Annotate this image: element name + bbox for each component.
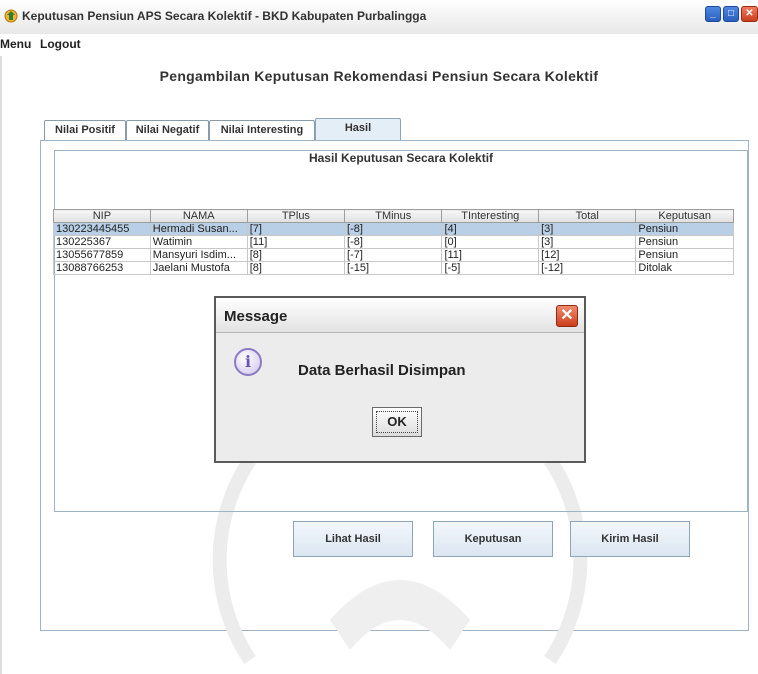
- menu-item-logout[interactable]: Logout: [40, 37, 81, 51]
- table-row[interactable]: 130225367 Watimin [11] [-8] [0] [3] Pens…: [53, 235, 734, 249]
- keputusan-button[interactable]: Keputusan: [433, 521, 553, 557]
- window-title: Keputusan Pensiun APS Secara Kolektif - …: [22, 9, 427, 23]
- cell-keputusan[interactable]: Pensiun: [635, 222, 734, 236]
- minimize-button[interactable]: _: [705, 6, 721, 22]
- cell-tplus[interactable]: [8]: [246, 261, 346, 275]
- cell-tminus[interactable]: [-15]: [344, 261, 443, 275]
- cell-total[interactable]: [3]: [538, 222, 637, 236]
- cell-keputusan[interactable]: Ditolak: [635, 261, 734, 275]
- cell-nama[interactable]: Watimin: [149, 235, 248, 249]
- kirim-hasil-button[interactable]: Kirim Hasil: [570, 521, 690, 557]
- cell-nama[interactable]: Jaelani Mustofa: [149, 261, 248, 275]
- tab-nilai-positif[interactable]: Nilai Positif: [44, 120, 126, 140]
- message-dialog: Message ✕ i Data Berhasil Disimpan OK: [214, 296, 586, 463]
- cell-keputusan[interactable]: Pensiun: [635, 235, 734, 249]
- page-heading: Pengambilan Keputusan Rekomendasi Pensiu…: [159, 68, 599, 84]
- maximize-button[interactable]: □: [723, 6, 739, 22]
- app-window: Keputusan Pensiun APS Secara Kolektif - …: [0, 0, 758, 674]
- results-table: NIP NAMA TPlus TMinus TInteresting Total…: [53, 209, 734, 275]
- cell-total[interactable]: [-12]: [538, 261, 637, 275]
- cell-total[interactable]: [12]: [538, 248, 637, 262]
- cell-tinteresting[interactable]: [4]: [441, 222, 540, 236]
- panel-heading: Hasil Keputusan Secara Kolektif: [308, 151, 494, 165]
- cell-tinteresting[interactable]: [0]: [441, 235, 540, 249]
- frame-border: [0, 56, 2, 674]
- cell-tplus[interactable]: [7]: [246, 222, 346, 236]
- close-icon: ✕: [745, 8, 754, 19]
- column-header-tplus[interactable]: TPlus: [246, 209, 346, 223]
- menu-item-menu[interactable]: Menu: [0, 37, 31, 51]
- tab-nilai-interesting[interactable]: Nilai Interesting: [209, 120, 315, 140]
- cell-tinteresting[interactable]: [-5]: [441, 261, 540, 275]
- info-icon: i: [234, 348, 262, 376]
- cell-tinteresting[interactable]: [11]: [441, 248, 540, 262]
- cell-nip[interactable]: 13088766253: [53, 261, 151, 275]
- table-row[interactable]: 13055677859 Mansyuri Isdim... [8] [-7] […: [53, 248, 734, 262]
- app-logo-icon: [4, 9, 18, 23]
- dialog-title-bar: Message ✕: [216, 298, 584, 333]
- cell-tplus[interactable]: [8]: [246, 248, 346, 262]
- close-window-button[interactable]: ✕: [741, 6, 758, 22]
- title-bar: Keputusan Pensiun APS Secara Kolektif - …: [0, 0, 758, 35]
- column-header-tinteresting[interactable]: TInteresting: [441, 209, 540, 223]
- column-header-nama[interactable]: NAMA: [149, 209, 248, 223]
- column-header-tminus[interactable]: TMinus: [344, 209, 443, 223]
- dialog-close-button[interactable]: ✕: [556, 305, 578, 327]
- dialog-message: Data Berhasil Disimpan: [298, 362, 466, 379]
- cell-tminus[interactable]: [-7]: [344, 248, 443, 262]
- tab-hasil-keputusan[interactable]: Hasil Keputusan: [315, 118, 401, 153]
- menu-bar: Menu Logout: [0, 34, 758, 56]
- cell-nama[interactable]: Mansyuri Isdim...: [149, 248, 248, 262]
- cell-total[interactable]: [3]: [538, 235, 637, 249]
- maximize-icon: □: [727, 8, 735, 19]
- cell-nip[interactable]: 130225367: [53, 235, 151, 249]
- cell-nip[interactable]: 13055677859: [53, 248, 151, 262]
- cell-tplus[interactable]: [11]: [246, 235, 346, 249]
- close-icon: ✕: [560, 307, 574, 324]
- table-header-row: NIP NAMA TPlus TMinus TInteresting Total…: [53, 209, 734, 223]
- cell-keputusan[interactable]: Pensiun: [635, 248, 734, 262]
- lihat-hasil-button[interactable]: Lihat Hasil: [293, 521, 413, 557]
- table-row[interactable]: 13088766253 Jaelani Mustofa [8] [-15] [-…: [53, 261, 734, 275]
- cell-nip[interactable]: 130223445455: [53, 222, 151, 236]
- minimize-icon: _: [710, 8, 716, 19]
- cell-tminus[interactable]: [-8]: [344, 235, 443, 249]
- ok-button[interactable]: OK: [372, 407, 422, 437]
- column-header-keputusan[interactable]: Keputusan: [635, 209, 734, 223]
- tab-nilai-negatif[interactable]: Nilai Negatif: [126, 120, 209, 140]
- column-header-nip[interactable]: NIP: [53, 209, 151, 223]
- table-row[interactable]: 130223445455 Hermadi Susan... [7] [-8] […: [53, 222, 734, 236]
- cell-nama[interactable]: Hermadi Susan...: [149, 222, 248, 236]
- dialog-title: Message: [224, 308, 288, 325]
- column-header-total[interactable]: Total: [538, 209, 637, 223]
- cell-tminus[interactable]: [-8]: [344, 222, 443, 236]
